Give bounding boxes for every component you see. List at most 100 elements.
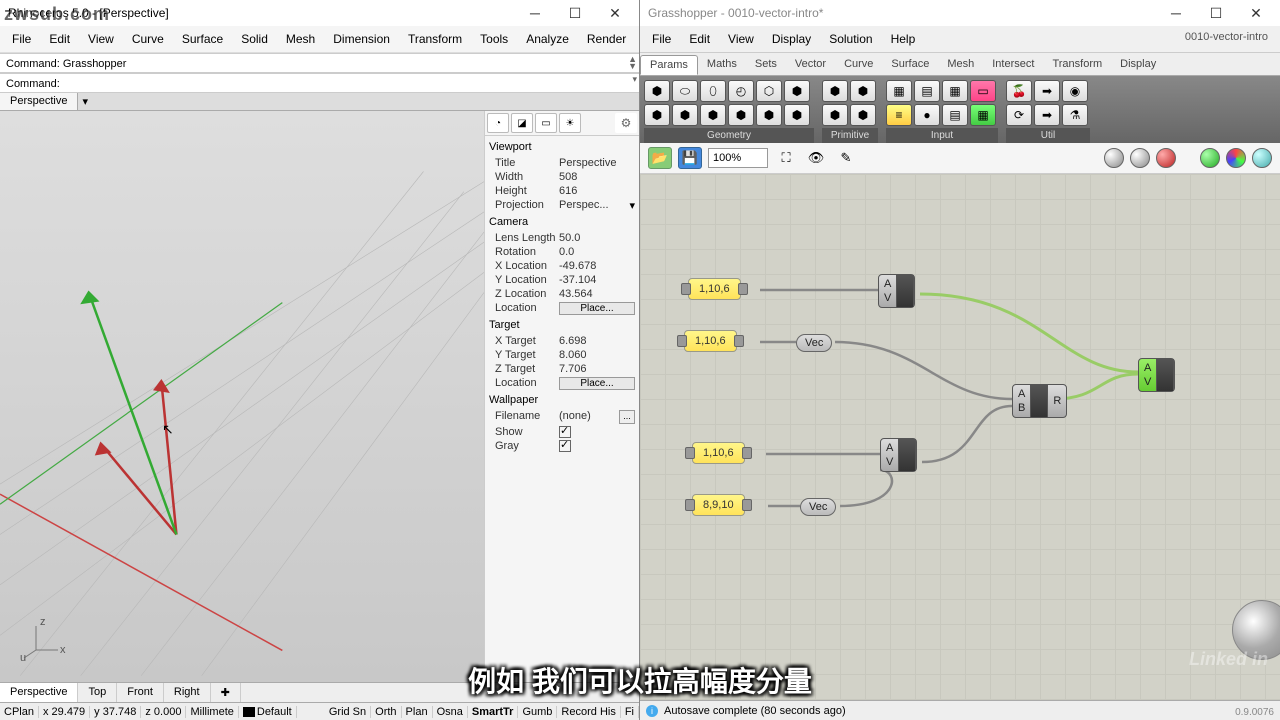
prop-xloc-val[interactable]: -49.678 (559, 260, 635, 272)
gh-menu-view[interactable]: View (720, 28, 762, 50)
menu-transform[interactable]: Transform (400, 28, 470, 50)
tab-top[interactable]: Top (78, 683, 117, 702)
gh-tab-curve[interactable]: Curve (835, 55, 882, 75)
geometry-icon[interactable]: ◴ (728, 80, 754, 102)
prop-zt-val[interactable]: 7.706 (559, 363, 635, 375)
util-icon[interactable]: 🍒 (1006, 80, 1032, 102)
panel-node[interactable]: 1,10,6 (684, 330, 737, 352)
status-gumball[interactable]: Gumb (518, 706, 557, 718)
menu-edit[interactable]: Edit (41, 28, 78, 50)
preview-icon[interactable]: 👁 (804, 147, 828, 169)
util-icon[interactable]: ➡ (1034, 104, 1060, 126)
zoom-extents-icon[interactable]: ⛶ (774, 147, 798, 169)
gh-tab-display[interactable]: Display (1111, 55, 1165, 75)
vdis-component[interactable]: AV (880, 438, 917, 472)
add-tab-button[interactable]: ✚ (211, 683, 241, 702)
status-grid[interactable]: Grid Sn (325, 706, 371, 718)
no-preview-icon[interactable] (1156, 148, 1176, 168)
solver-icon[interactable] (1200, 148, 1220, 168)
status-ortho[interactable]: Orth (371, 706, 401, 718)
show-checkbox[interactable] (559, 426, 571, 438)
input-icon[interactable]: ▤ (942, 104, 968, 126)
cmd-options-icon[interactable]: ▾ (632, 76, 637, 83)
input-icon[interactable]: ▤ (914, 80, 940, 102)
chevron-down-icon[interactable]: ▾ (629, 199, 635, 212)
menu-mesh[interactable]: Mesh (278, 28, 323, 50)
vec-param-node[interactable]: Vec (796, 334, 832, 352)
prop-tab-display-icon[interactable]: ▭ (535, 113, 557, 133)
geometry-icon[interactable]: ⬢ (728, 104, 754, 126)
menu-file[interactable]: File (4, 28, 39, 50)
gh-tab-vector[interactable]: Vector (786, 55, 835, 75)
prop-tab-object-icon[interactable]: ◔ (487, 113, 509, 133)
command-input[interactable] (63, 76, 583, 90)
viewport-perspective[interactable]: ↖ zxu (0, 111, 484, 682)
util-icon[interactable]: ◉ (1062, 80, 1088, 102)
gh-menu-display[interactable]: Display (764, 28, 819, 50)
place-target-button[interactable]: Place... (559, 377, 635, 390)
geometry-icon[interactable]: ⬢ (644, 80, 670, 102)
prop-tab-render-icon[interactable]: ☀ (559, 113, 581, 133)
geometry-icon[interactable]: ⬢ (700, 104, 726, 126)
vec-param-node[interactable]: Vec (800, 498, 836, 516)
primitive-icon[interactable]: ⬢ (850, 80, 876, 102)
geometry-icon[interactable]: ⬯ (700, 80, 726, 102)
gear-icon[interactable]: ⚙ (615, 113, 637, 133)
gh-canvas[interactable]: 1,10,6 1,10,6 1,10,6 8,9,10 Vec Vec AV A… (640, 174, 1280, 700)
primitive-icon[interactable]: ⬢ (850, 104, 876, 126)
gh-tab-intersect[interactable]: Intersect (983, 55, 1043, 75)
menu-render[interactable]: Render (579, 28, 634, 50)
gh-tab-maths[interactable]: Maths (698, 55, 746, 75)
input-icon[interactable]: ▦ (886, 80, 912, 102)
status-osnap[interactable]: Osna (433, 706, 468, 718)
input-icon[interactable]: ≡ (886, 104, 912, 126)
geometry-icon[interactable]: ⬢ (784, 104, 810, 126)
prop-rot-val[interactable]: 0.0 (559, 246, 635, 258)
panel-node[interactable]: 1,10,6 (692, 442, 745, 464)
shade-icon[interactable] (1104, 148, 1124, 168)
status-cplane[interactable]: CPlan (0, 706, 39, 718)
geometry-icon[interactable]: ⬢ (784, 80, 810, 102)
input-icon[interactable]: ● (914, 104, 940, 126)
status-filter[interactable]: Fi (621, 706, 639, 718)
geometry-icon[interactable]: ⬢ (644, 104, 670, 126)
primitive-icon[interactable]: ⬢ (822, 80, 848, 102)
geometry-icon[interactable]: ⬢ (756, 104, 782, 126)
maximize-button[interactable]: ☐ (555, 0, 595, 26)
menu-tools[interactable]: Tools (472, 28, 516, 50)
prop-xt-val[interactable]: 6.698 (559, 335, 635, 347)
add-component[interactable]: ABR (1012, 384, 1067, 418)
ribbon-label-input[interactable]: Input (886, 128, 998, 143)
panel-node[interactable]: 1,10,6 (688, 278, 741, 300)
vdis-component-selected[interactable]: AV (1138, 358, 1175, 392)
status-layer[interactable]: Default (239, 706, 297, 718)
gray-checkbox[interactable] (559, 440, 571, 452)
recompute-icon[interactable] (1226, 148, 1246, 168)
prop-zloc-val[interactable]: 43.564 (559, 288, 635, 300)
util-icon[interactable]: ⟳ (1006, 104, 1032, 126)
gh-menu-solution[interactable]: Solution (821, 28, 880, 50)
prop-yt-val[interactable]: 8.060 (559, 349, 635, 361)
ribbon-label-util[interactable]: Util (1006, 128, 1090, 143)
status-record[interactable]: Record His (557, 706, 620, 718)
gh-menu-file[interactable]: File (644, 28, 679, 50)
tab-perspective[interactable]: Perspective (0, 683, 78, 702)
status-planar[interactable]: Plan (402, 706, 433, 718)
panel-icon[interactable]: ▭ (970, 80, 996, 102)
gh-tab-surface[interactable]: Surface (882, 55, 938, 75)
lock-icon[interactable] (1252, 148, 1272, 168)
menu-dimension[interactable]: Dimension (325, 28, 398, 50)
menu-view[interactable]: View (80, 28, 122, 50)
gh-menu-edit[interactable]: Edit (681, 28, 718, 50)
ribbon-label-geometry[interactable]: Geometry (644, 128, 814, 143)
close-button[interactable]: ✕ (595, 0, 635, 26)
gh-tab-sets[interactable]: Sets (746, 55, 786, 75)
gh-tab-mesh[interactable]: Mesh (938, 55, 983, 75)
ribbon-label-primitive[interactable]: Primitive (822, 128, 878, 143)
gh-close-button[interactable]: ✕ (1236, 0, 1276, 26)
place-button[interactable]: Place... (559, 302, 635, 315)
input-icon[interactable]: ▦ (942, 80, 968, 102)
menu-analyze[interactable]: Analyze (518, 28, 577, 50)
status-smarttrack[interactable]: SmartTr (468, 706, 519, 718)
tab-right[interactable]: Right (164, 683, 211, 702)
